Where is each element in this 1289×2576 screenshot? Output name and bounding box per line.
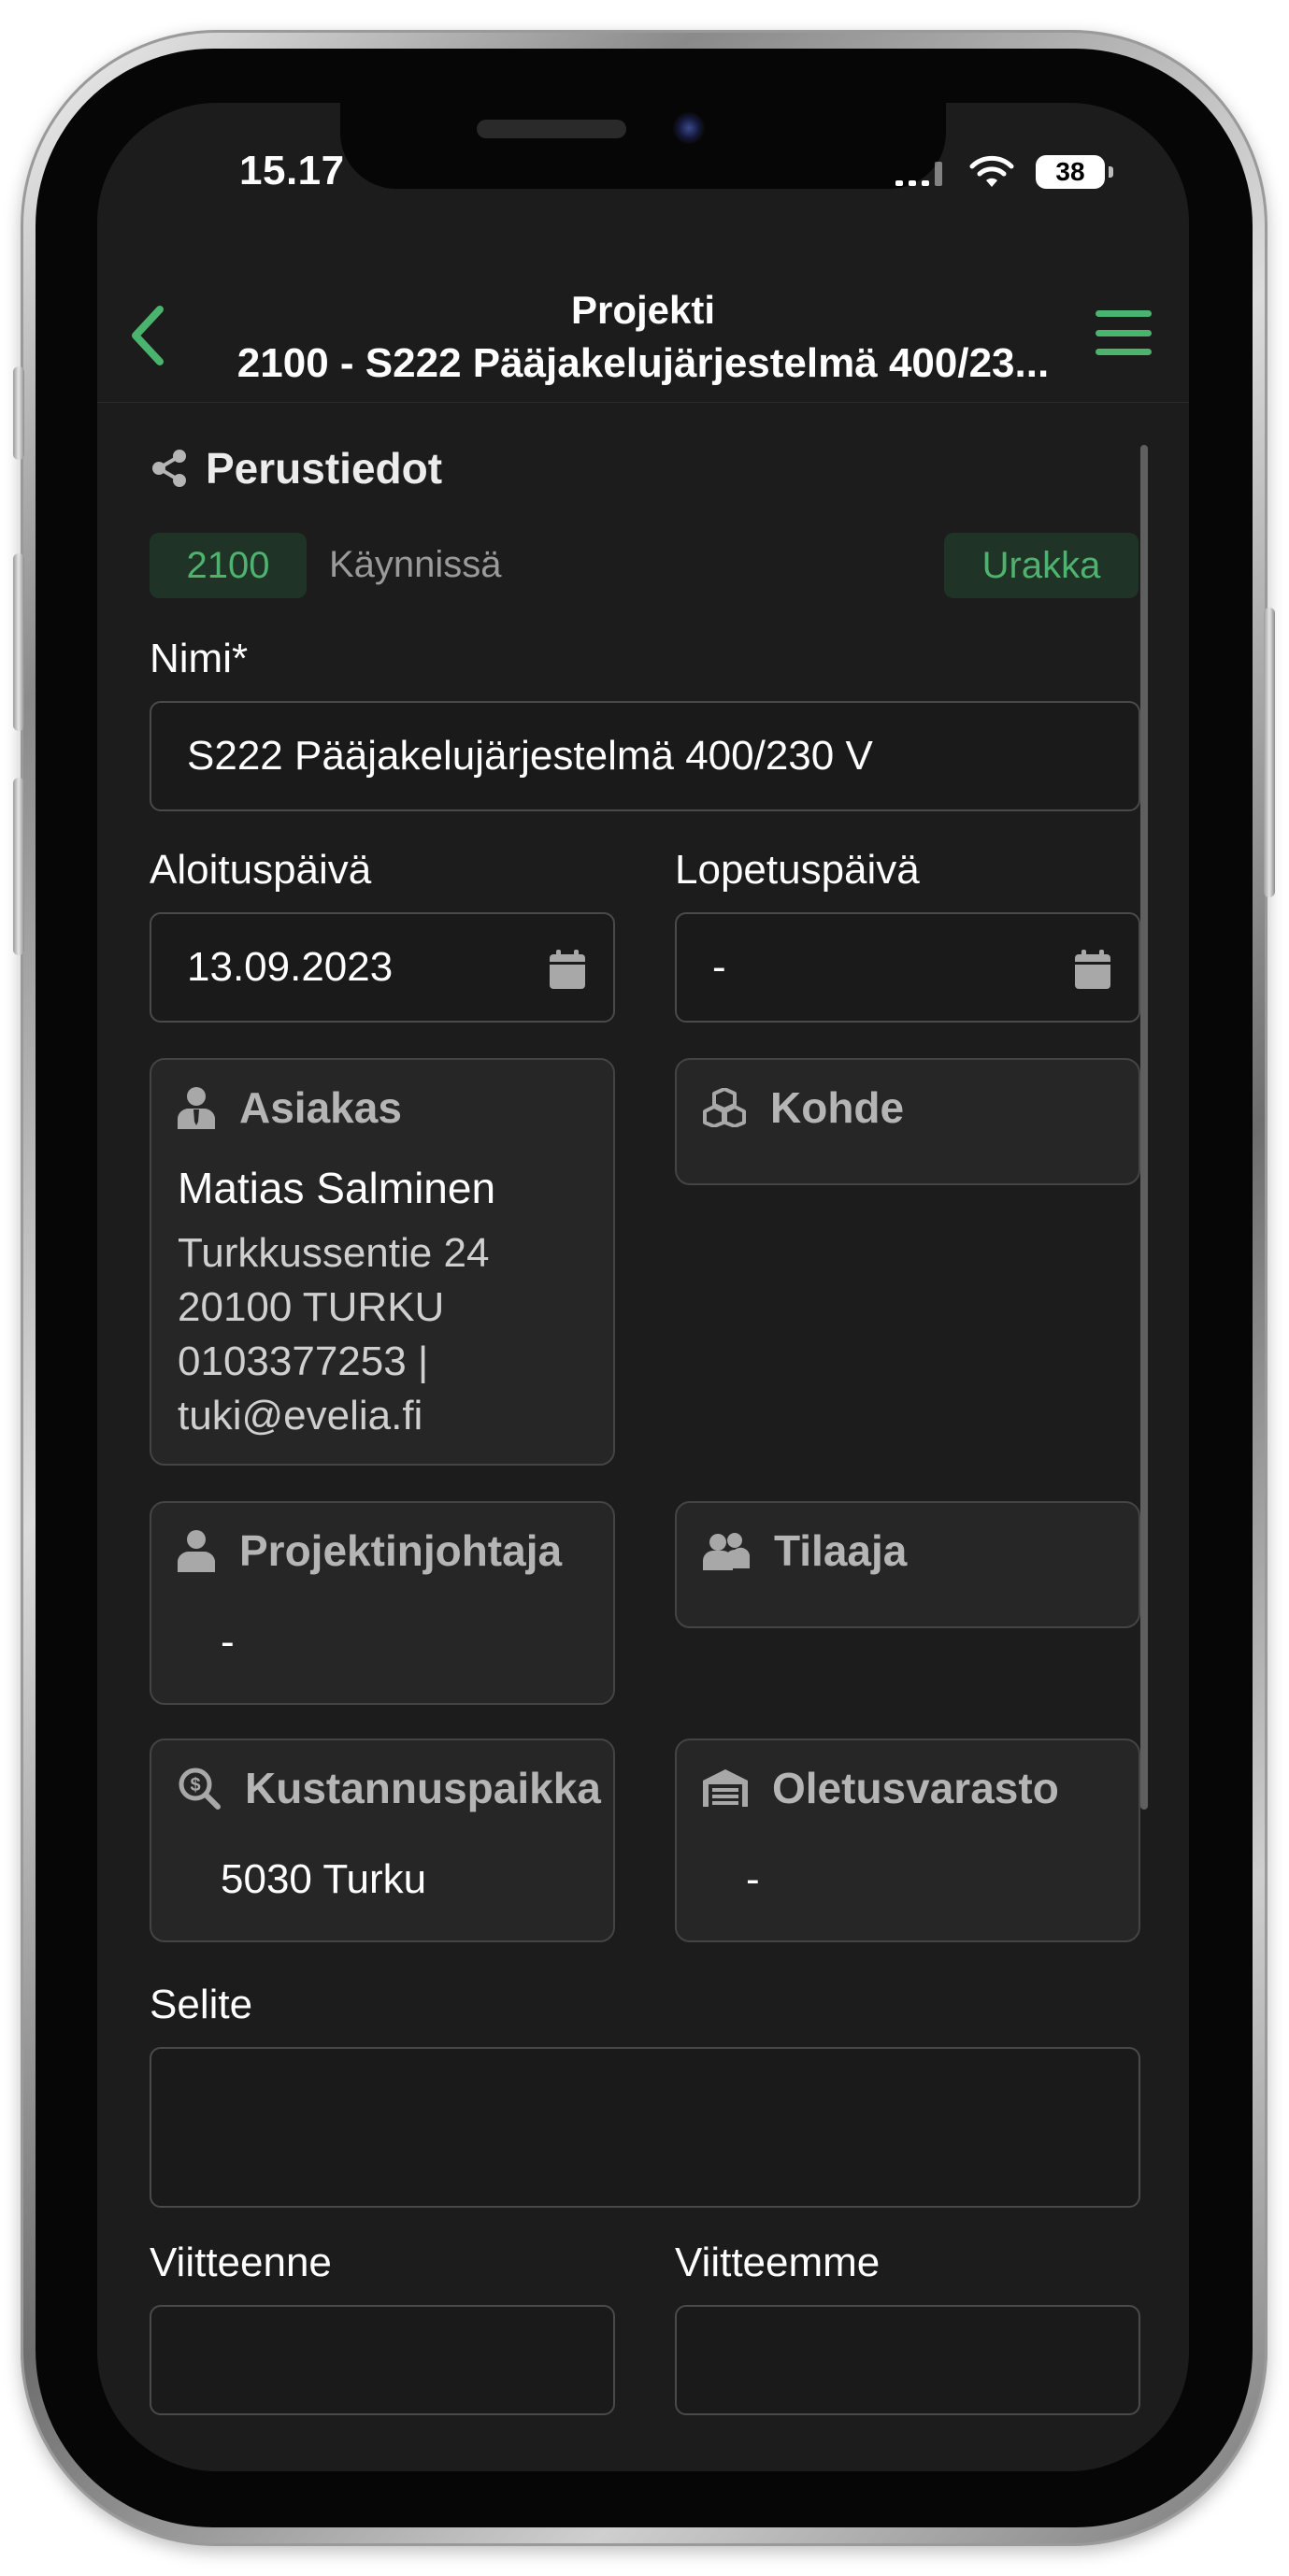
description-label: Selite [150,1982,253,2027]
menu-button[interactable] [1096,305,1152,361]
your-reference-label: Viitteenne [150,2240,332,2285]
project-manager-card[interactable]: Projektinjohtaja - [150,1501,615,1705]
front-camera [673,112,705,144]
project-number-badge: 2100 [150,533,307,598]
description-textarea[interactable] [150,2047,1140,2208]
name-input[interactable]: S222 Pääjakelujärjestelmä 400/230 V [150,701,1140,811]
warehouse-title: Oletusvarasto [772,1764,1059,1812]
volume-up-button [13,553,24,731]
our-reference-input[interactable] [675,2305,1140,2415]
name-value: S222 Pääjakelujärjestelmä 400/230 V [187,733,873,779]
status-time: 15.17 [239,148,345,193]
site-title: Kohde [770,1083,905,1132]
menu-line [1096,329,1152,336]
orderer-title: Tilaaja [774,1526,908,1575]
contract-type-badge: Urakka [944,533,1139,598]
person-tie-icon [178,1087,215,1129]
cubes-icon [703,1088,746,1127]
customer-title: Asiakas [239,1083,402,1132]
svg-text:$: $ [190,1775,200,1796]
cost-center-title: Kustannuspaikka [245,1764,601,1812]
project-manager-value: - [221,1619,235,1665]
cellular-signal-icon [895,162,942,186]
app-screen: 15.17 38 Projekti 2100 - S222 Pääjakeluj… [97,103,1189,2471]
content-area[interactable]: Perustiedot 2100 Käynnissä Urakka Nimi* … [97,402,1189,2471]
our-reference-label: Viitteemme [675,2240,881,2285]
customer-name: Matias Salminen [178,1164,496,1212]
customer-card-header: Asiakas [178,1082,402,1133]
share-icon [152,450,186,487]
wifi-icon [969,155,1014,187]
notch [340,103,946,189]
project-manager-card-header: Projektinjohtaja [178,1525,562,1576]
start-date-input[interactable]: 13.09.2023 [150,912,615,1023]
end-date-input[interactable]: - [675,912,1140,1023]
warehouse-value: - [746,1856,760,1902]
bottom-cutoff [97,2453,1189,2471]
site-card-header: Kohde [703,1082,904,1133]
search-dollar-icon: $ [179,1767,221,1810]
orderer-card[interactable]: Tilaaja [675,1501,1140,1628]
scrollbar[interactable] [1140,445,1148,1810]
orderer-card-header: Tilaaja [703,1525,907,1576]
warehouse-card[interactable]: Oletusvarasto - [675,1739,1140,1942]
section-title: Perustiedot [206,444,443,493]
menu-line [1096,310,1152,317]
warehouse-card-header: Oletusvarasto [703,1763,1059,1813]
customer-street: Turkkussentie 24 [178,1230,490,1276]
header-subtitle: 2100 - S222 Pääjakelujärjestelmä 400/23.… [236,340,1050,386]
customer-phone[interactable]: 0103377253 | [178,1338,428,1385]
calendar-icon[interactable] [1075,950,1110,989]
app-header: Projekti 2100 - S222 Pääjakelujärjestelm… [97,275,1189,403]
status-text: Käynnissä [329,544,502,585]
calendar-icon[interactable] [550,950,585,989]
battery-indicator: 38 [1036,155,1113,189]
section-header: Perustiedot [150,443,442,494]
power-button [1264,608,1275,897]
person-icon [178,1530,215,1572]
start-date-value: 13.09.2023 [187,944,394,990]
your-reference-input[interactable] [150,2305,615,2415]
volume-down-button [13,778,24,955]
site-card[interactable]: Kohde [675,1058,1140,1185]
menu-line [1096,349,1152,355]
customer-city: 20100 TURKU [178,1284,445,1330]
status-icons: 38 [895,151,1113,193]
end-date-label: Lopetuspäivä [675,847,920,893]
speaker [477,120,626,138]
customer-card[interactable]: Asiakas Matias Salminen Turkkussentie 24… [150,1058,615,1466]
customer-email[interactable]: tuki@evelia.fi [178,1393,423,1439]
cost-center-card-header: $ Kustannuspaikka [178,1763,601,1813]
cost-center-value: 5030 Turku [221,1856,427,1902]
users-icon [703,1533,750,1570]
cost-center-card[interactable]: $ Kustannuspaikka 5030 Turku [150,1739,615,1942]
end-date-value: - [712,944,726,990]
header-title: Projekti [570,288,716,332]
warehouse-icon [703,1769,748,1807]
start-date-label: Aloituspäivä [150,847,372,893]
project-manager-title: Projektinjohtaja [239,1526,563,1575]
name-label: Nimi* [150,636,249,681]
silent-switch [13,366,24,460]
